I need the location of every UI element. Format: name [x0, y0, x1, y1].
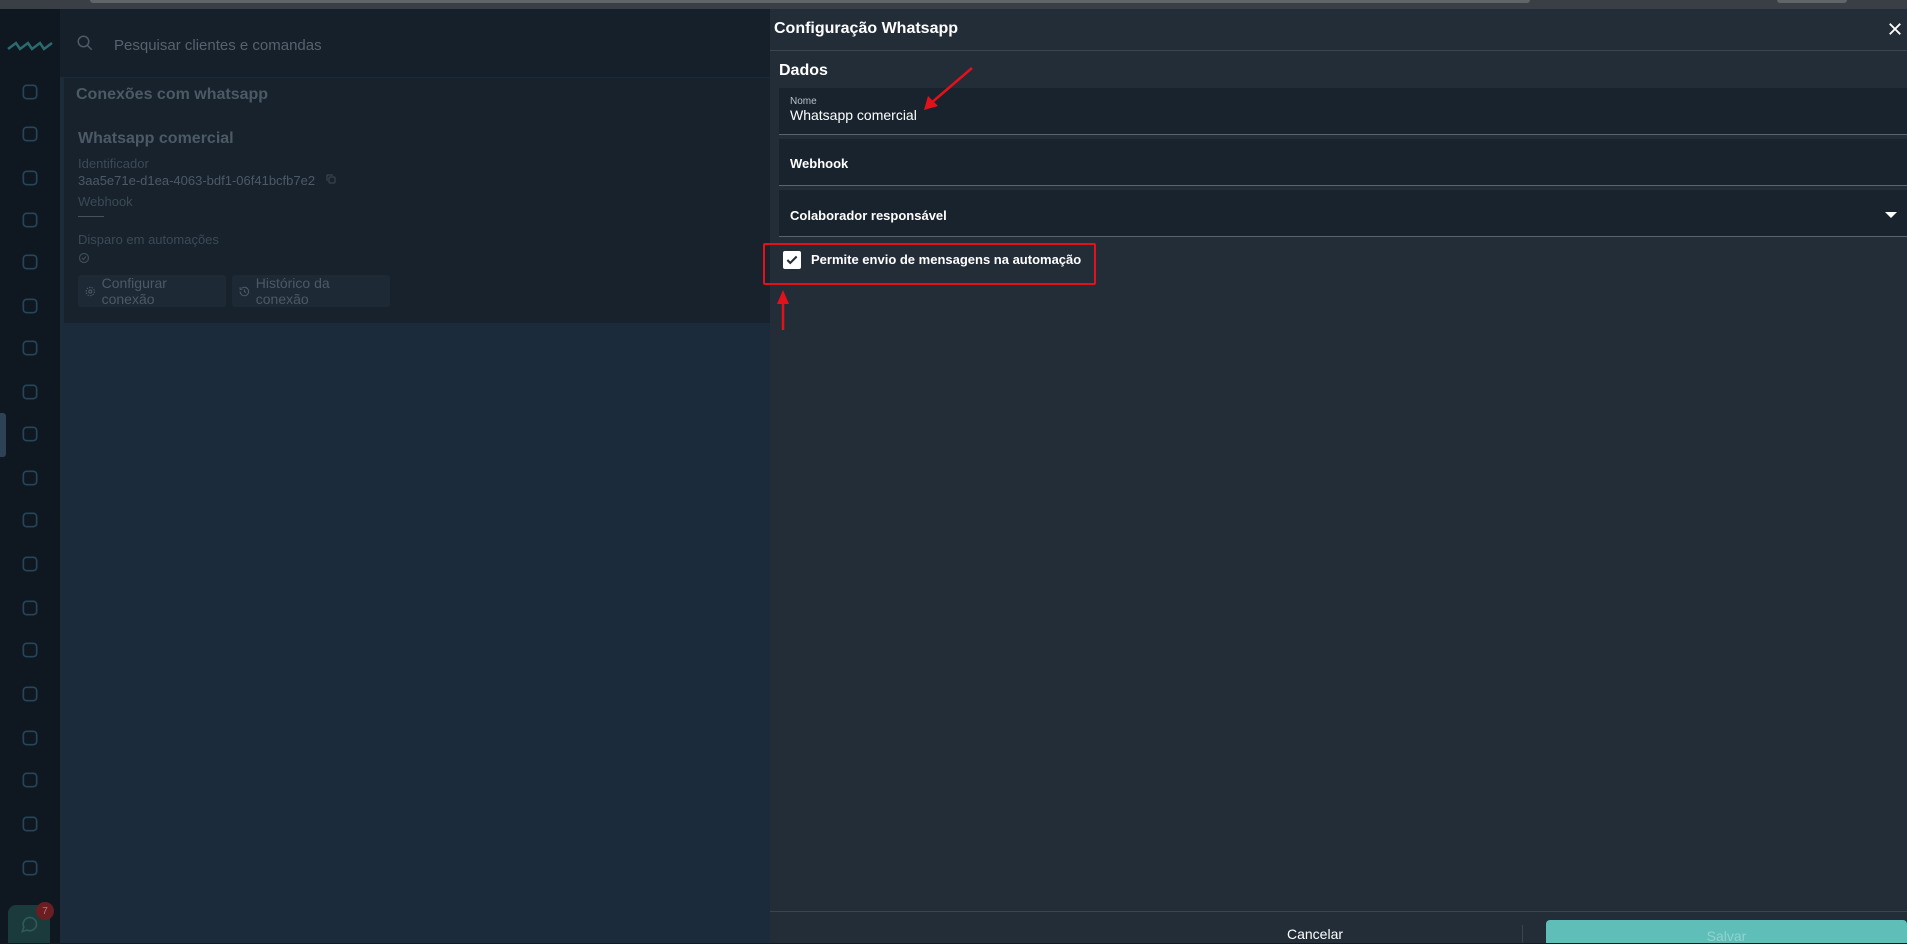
calendar-icon[interactable]	[18, 122, 42, 146]
annotation-arrow-up-icon	[777, 290, 789, 330]
webhook-field[interactable]: Webhook	[779, 139, 1907, 186]
connection-history-button[interactable]: Histórico da conexão	[232, 275, 390, 307]
dollar-icon[interactable]	[18, 380, 42, 404]
identifier-label: Identificador	[78, 156, 149, 171]
name-field-label: Nome	[790, 96, 817, 107]
settings-cycle-icon[interactable]	[18, 422, 42, 446]
collaborator-select[interactable]: Colaborador responsável	[779, 190, 1907, 237]
annotation-arrow-icon	[924, 67, 973, 110]
gear-icon	[85, 286, 96, 296]
webhook-label: Webhook	[78, 194, 133, 209]
cubes-icon[interactable]	[18, 596, 42, 620]
browser-button-edge	[1777, 0, 1847, 3]
chart-doc-icon[interactable]	[18, 208, 42, 232]
close-icon[interactable]	[1886, 20, 1904, 38]
box-icon[interactable]	[18, 552, 42, 576]
flag-icon[interactable]	[18, 856, 42, 880]
chat-icon	[21, 916, 38, 933]
copy-icon[interactable]	[325, 173, 337, 185]
target-icon[interactable]	[18, 250, 42, 274]
collaborator-select-label: Colaborador responsável	[790, 208, 947, 223]
file-plus-icon[interactable]	[18, 812, 42, 836]
webhook-field-label: Webhook	[790, 156, 849, 171]
gear-icon[interactable]	[18, 638, 42, 662]
footer-separator	[1522, 925, 1523, 943]
notification-badge: 7	[36, 902, 54, 920]
dropdown-caret-icon	[1885, 212, 1897, 218]
annotation-highlight-box	[763, 243, 1096, 285]
store-icon[interactable]	[18, 682, 42, 706]
footer-divider	[770, 911, 1907, 912]
page-title: Conexões com whatsapp	[76, 86, 269, 103]
search-icon	[77, 35, 93, 51]
active-nav-indicator	[0, 413, 6, 457]
name-field-value: Whatsapp comercial	[790, 107, 917, 123]
search-input[interactable]	[112, 32, 516, 58]
configure-connection-button[interactable]: Configurar conexão	[78, 275, 226, 307]
identifier-value: 3aa5e71e-d1ea-4063-bdf1-06f41bcfb7e2	[78, 173, 316, 188]
automation-label: Disparo em automações	[78, 232, 219, 247]
connection-name: Whatsapp comercial	[78, 130, 234, 147]
save-button[interactable]: Salvar	[1546, 920, 1907, 944]
logo	[7, 41, 53, 51]
browser-top-strip	[0, 0, 1907, 9]
drawer-title: Configuração Whatsapp	[774, 20, 959, 37]
bar-chart-icon[interactable]	[18, 336, 42, 360]
address-bar-edge	[90, 0, 1530, 3]
webhook-value: ——	[78, 208, 104, 223]
section-title: Dados	[779, 62, 828, 79]
document-icon[interactable]	[18, 508, 42, 532]
drawer-divider	[770, 50, 1907, 51]
connection-history-label: Histórico da conexão	[255, 275, 330, 307]
coin-icon[interactable]	[18, 466, 42, 490]
server-icon[interactable]	[18, 768, 42, 792]
history-icon	[239, 286, 250, 296]
check-circle-icon	[78, 252, 90, 264]
users-icon[interactable]	[18, 294, 42, 318]
home-icon[interactable]	[18, 80, 42, 104]
wrench-icon[interactable]	[18, 726, 42, 750]
configure-connection-label: Configurar conexão	[101, 275, 167, 307]
lightbulb-icon[interactable]	[18, 166, 42, 190]
cancel-button[interactable]: Cancelar	[1250, 925, 1380, 943]
